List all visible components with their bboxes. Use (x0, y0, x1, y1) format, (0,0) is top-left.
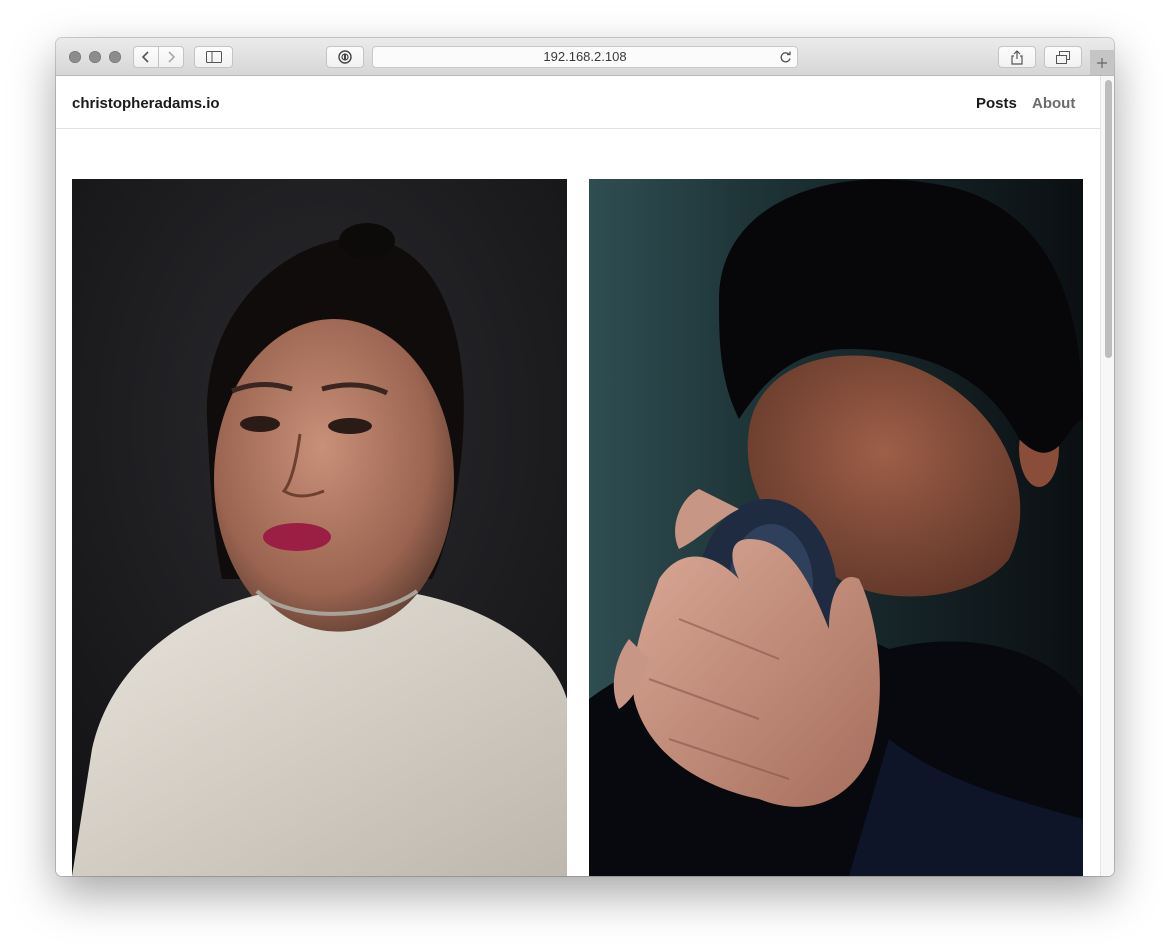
reload-icon (780, 51, 791, 63)
sidebar-icon (205, 51, 222, 63)
address-bar[interactable]: 192.168.2.108 (372, 46, 798, 68)
minimize-window-button[interactable] (89, 51, 101, 63)
share-button[interactable] (998, 46, 1036, 68)
sidebar-toggle-button[interactable] (194, 46, 233, 68)
nav-posts-link[interactable]: Posts (976, 95, 1017, 112)
site-brand-link[interactable]: christopheradams.io (72, 95, 220, 112)
portrait-man-image (589, 179, 1083, 876)
nav-about-link[interactable]: About (1032, 95, 1075, 112)
back-icon (141, 51, 149, 63)
password-button[interactable] (326, 46, 364, 68)
forward-button[interactable] (158, 46, 184, 68)
browser-toolbar: 192.168.2.108 (56, 38, 1114, 76)
back-button[interactable] (133, 46, 159, 68)
new-tab-button[interactable] (1090, 50, 1114, 75)
zoom-window-button[interactable] (109, 51, 121, 63)
portrait-woman-image (72, 179, 567, 876)
forward-icon (168, 51, 176, 63)
vertical-scrollbar[interactable] (1100, 76, 1114, 876)
url-text: 192.168.2.108 (543, 49, 627, 64)
page-content: christopheradams.io Posts About (56, 76, 1100, 876)
password-icon (338, 50, 352, 64)
reload-button[interactable] (779, 50, 792, 70)
browser-window: 192.168.2.108 christopheradams.io Posts … (56, 38, 1114, 876)
tabs-icon (1056, 50, 1070, 64)
show-tabs-button[interactable] (1044, 46, 1082, 68)
close-window-button[interactable] (69, 51, 81, 63)
new-tab-icon (1097, 57, 1107, 68)
site-header: christopheradams.io Posts About (56, 76, 1100, 129)
share-icon (1011, 49, 1023, 65)
scrollbar-thumb[interactable] (1105, 80, 1112, 358)
photo-portrait-man[interactable] (589, 179, 1083, 876)
photo-portrait-woman[interactable] (72, 179, 567, 876)
